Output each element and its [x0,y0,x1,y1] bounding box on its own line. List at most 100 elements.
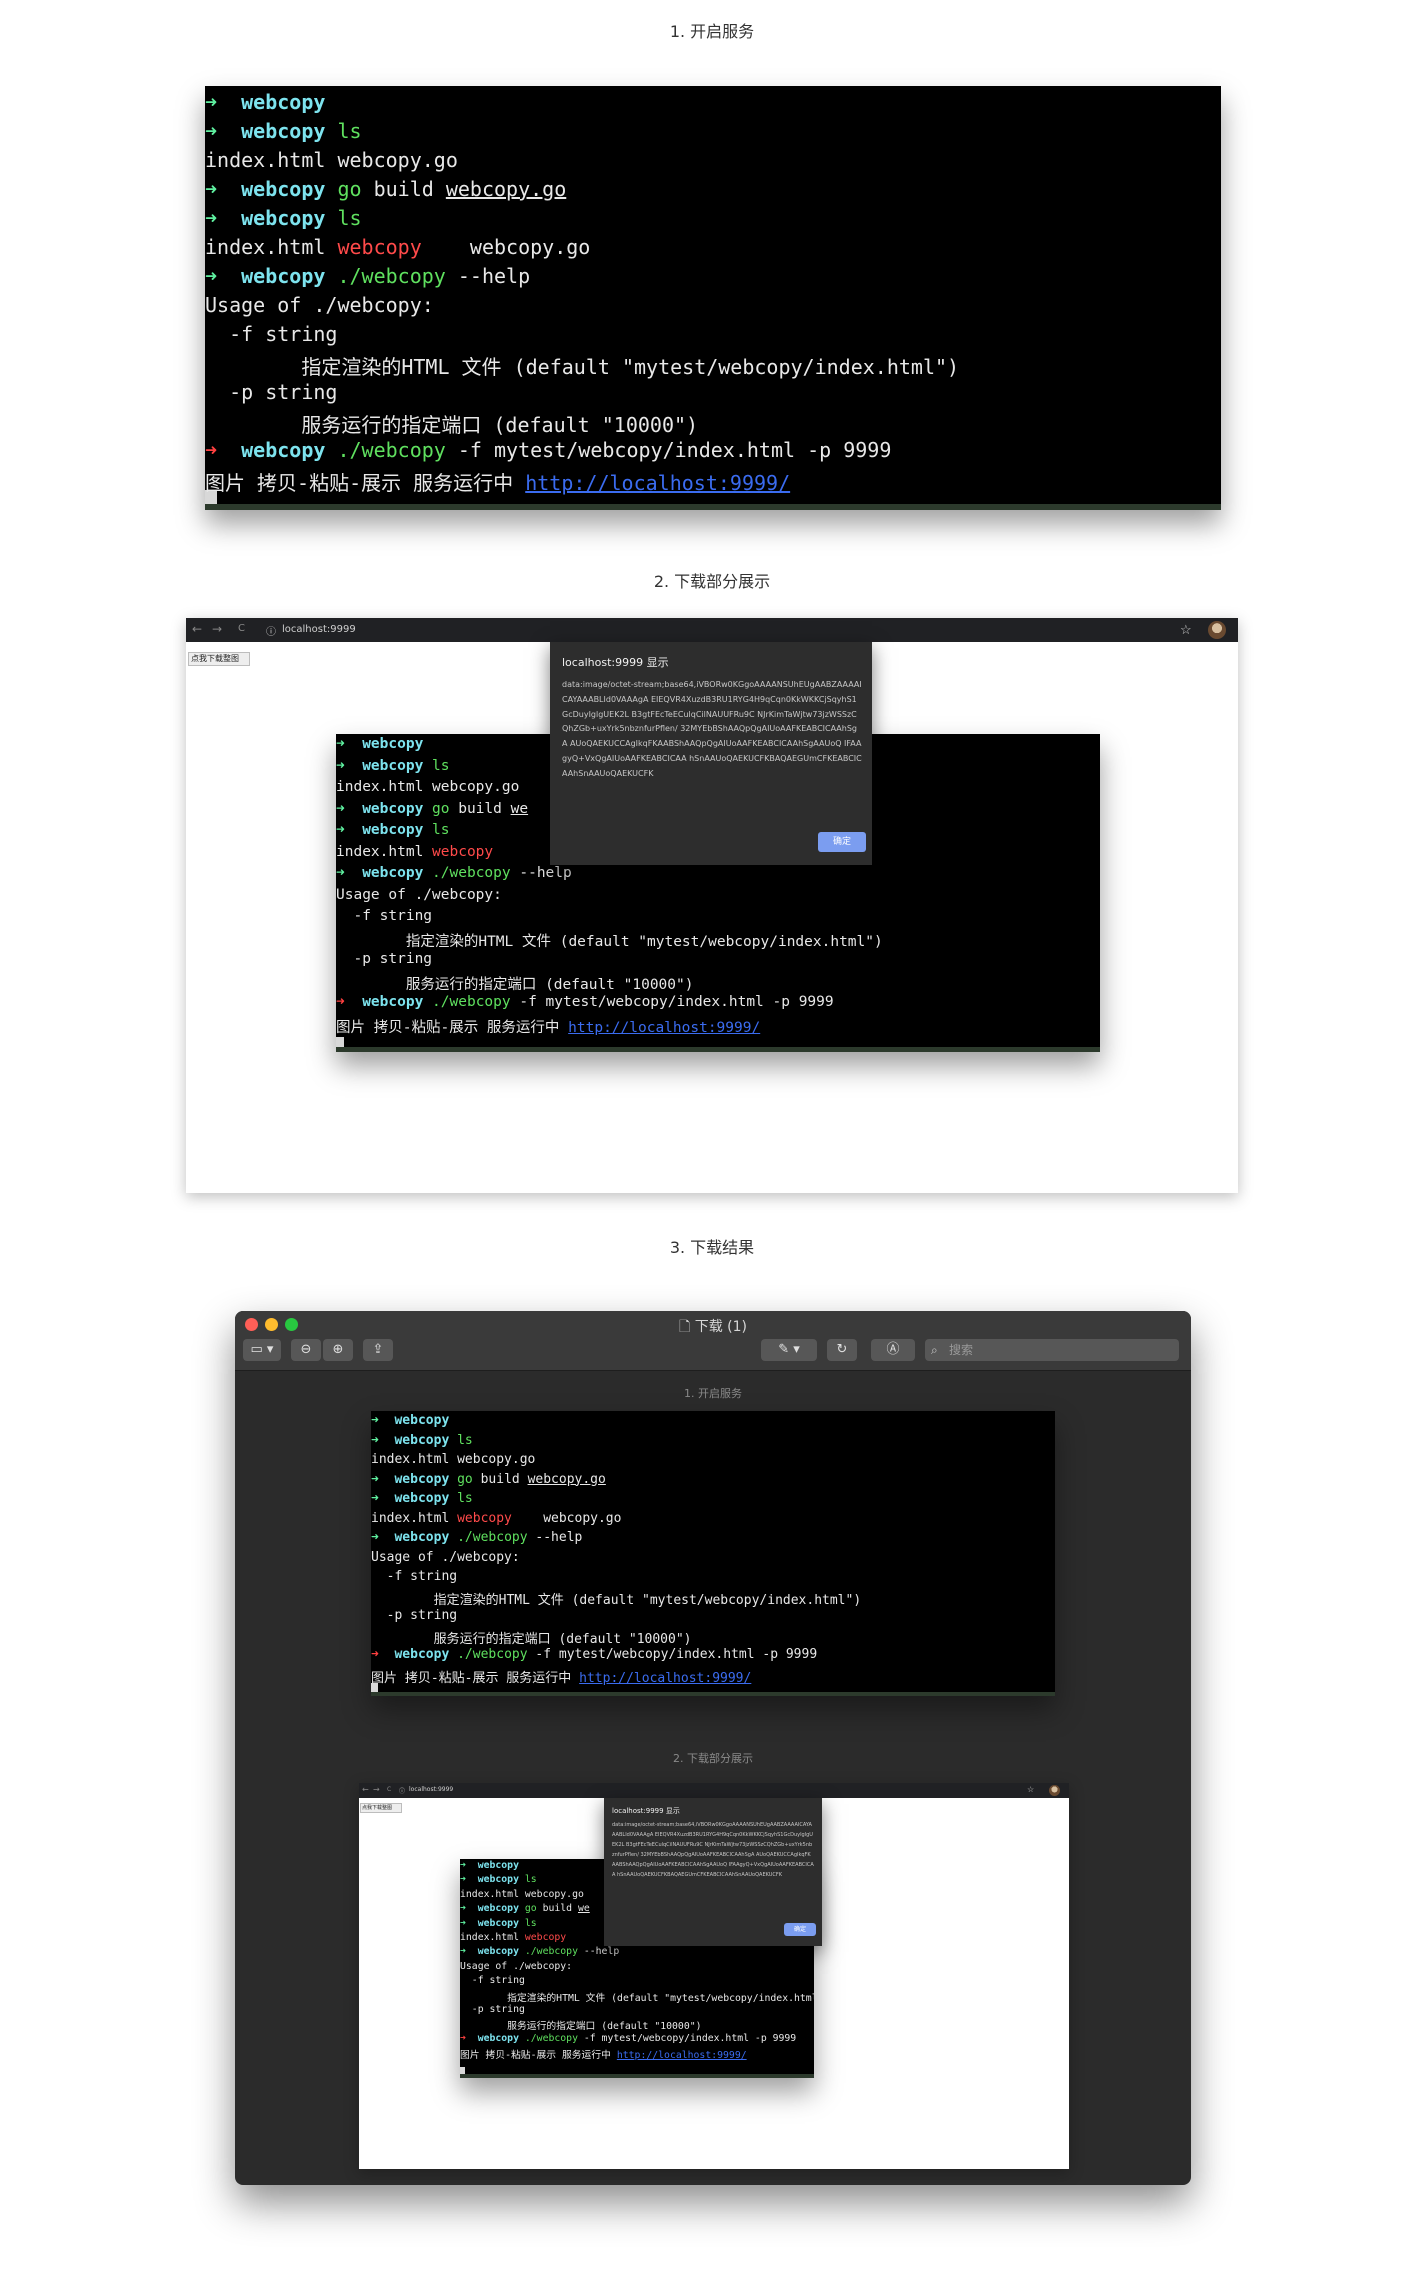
terminal-text: webcopy [229,206,326,230]
terminal-line: -p string [336,951,432,967]
dialog-message: data:image/octet-stream;base64,iVBORw0KG… [562,680,862,778]
terminal-line: 指定渲染的HTML 文件 (default "mytest/webcopy/in… [460,1990,814,2004]
terminal-line: ➜ webcopy go build we [336,801,528,817]
info-icon[interactable]: ⓘ [266,623,276,638]
avatar [1049,1785,1060,1796]
terminal-text: --help [527,1530,583,1545]
terminal-line: ➜ webcopy ./webcopy --help [371,1530,582,1545]
terminal-text: webcopy [229,90,326,114]
terminal-text: build [449,800,511,817]
terminal-text: -p string [371,1608,458,1623]
ok-button[interactable]: 确定 [818,832,866,852]
terminal-line: index.html webcopy [460,1932,566,1943]
dialog-title: localhost:9999 显示 [612,1807,680,1815]
terminal-text: -f string [460,1975,525,1987]
terminal-text: webcopy [353,736,424,752]
markup-button[interactable]: Ⓐ [871,1339,915,1361]
terminal-link[interactable]: http://localhost:9999/ [617,2050,747,2061]
terminal-text: webcopy [471,1917,519,1929]
zoom-in-button[interactable]: ⊕ [323,1339,353,1361]
terminal-text: webcopy [229,438,326,462]
avatar[interactable] [1208,621,1226,639]
terminal-text: ➜ [205,206,230,230]
terminal-status-bar [336,1047,1100,1052]
terminal-link[interactable]: http://localhost:9999/ [525,471,790,495]
terminal-text: ➜ [205,438,230,462]
terminal-text: 指定渲染的HTML 文件 (default "mytest/webcopy/in… [460,1992,814,2004]
terminal-text: webcopy [353,994,424,1010]
dialog-message: data:image/octet-stream;base64,iVBORw0KG… [612,1822,814,1878]
terminal-text: ➜ [336,865,354,881]
reload-icon: C [387,1786,392,1793]
rotate-button[interactable]: ↻ [827,1339,857,1361]
zoom-out-button[interactable]: ⊖ [291,1339,321,1361]
forward-icon[interactable]: → [212,622,222,636]
terminal-line: -f string [336,908,432,924]
search-field[interactable]: ⌕ 搜索 [925,1339,1179,1361]
terminal-text: ➜ [205,177,230,201]
forward-icon: → [373,1785,380,1794]
terminal-text: index.html [336,843,433,860]
terminal-link[interactable]: http://localhost:9999/ [568,1020,760,1036]
terminal-text: 图片 拷贝-粘贴-展示 服务运行中 [205,471,526,495]
terminal-text: webcopy [524,1932,567,1943]
address-bar[interactable]: localhost:9999 [282,624,356,635]
terminal-text: ./webcopy [423,994,511,1010]
terminal-text: webcopy [353,757,424,774]
terminal-line: ➜ webcopy ./webcopy --help [336,865,572,881]
share-button[interactable]: ⇪ [363,1339,393,1361]
terminal-line: ➜ webcopy ./webcopy -f mytest/webcopy/in… [371,1647,817,1662]
terminal-link[interactable]: http://localhost:9999/ [579,1671,751,1686]
rotate-icon: ↻ [836,1342,848,1357]
bookmark-star-icon[interactable]: ☆ [1180,622,1192,638]
terminal-line: 服务运行的指定端口 (default "10000") [336,973,694,994]
document-icon: 🗋 [679,1319,695,1335]
search-placeholder: 搜索 [949,1343,974,1357]
terminal-line: index.html webcopy.go [336,779,519,795]
download-image-button[interactable]: 点我下载整图 [188,652,250,666]
terminal-window: ➜ webcopy ➜ webcopy ls index.html webcopy.… [205,86,1221,510]
terminal-line: ➜ webcopy [205,90,325,114]
terminal-text: build [536,1903,578,1915]
sidebar-toggle-button[interactable]: ▭ ▾ [243,1339,281,1361]
terminal-text: index.html [205,235,338,259]
terminal-text: ➜ [371,1432,387,1448]
browser-toolbar: ← → C ⓘ localhost:9999 ☆ [186,618,1238,642]
terminal-text: webcopy [471,2032,519,2044]
markup-pen-button[interactable]: ✎ ▾ [761,1339,817,1361]
terminal-text: ➜ [205,264,230,288]
info-icon: ⓘ [399,1788,406,1795]
terminal-line: -p string [460,2004,525,2015]
terminal-text: webcopy.go [511,1510,622,1526]
back-icon[interactable]: ← [192,622,202,636]
terminal-line: ➜ webcopy go build webcopy.go [205,177,566,201]
terminal-line: 服务运行的指定端口 (default "10000") [460,2018,701,2032]
terminal-line: index.html webcopy.go [460,1889,584,1900]
terminal-line: ➜ webcopy ./webcopy --help [205,264,530,288]
terminal-line: ➜ webcopy ls [205,119,362,143]
preview-toolbar: 🗋 下载 (1) ▭ ▾ ⊖ ⊕ ⇪ ✎ ▾ ↻ Ⓐ ⌕ 搜索 [235,1311,1191,1371]
terminal-line: 指定渲染的HTML 文件 (default "mytest/webcopy/in… [336,930,883,951]
terminal-text: webcopy [386,1413,450,1428]
terminal-text: -p string [336,951,433,967]
terminal-text: ls [449,1491,473,1506]
browser-toolbar: ← → C ⓘ localhost:9999 ☆ [359,1783,1069,1798]
terminal-text: go [325,177,362,201]
terminal-line: ➜ webcopy ./webcopy -f mytest/webcopy/in… [460,2033,796,2044]
terminal-text: webcopy [386,1647,450,1662]
terminal-text: 指定渲染的HTML 文件 (default "mytest/webcopy/in… [205,355,960,379]
terminal-line: Usage of ./webcopy: [371,1550,520,1565]
terminal-text: ls [518,1917,537,1929]
terminal-line: ➜ webcopy [371,1413,449,1428]
terminal-line: ➜ webcopy ./webcopy -f mytest/webcopy/in… [205,438,891,462]
terminal-cursor [460,2067,465,2074]
terminal-text: ➜ [336,736,354,752]
terminal-text: ./webcopy [518,1946,578,1958]
terminal-line: index.html webcopy webcopy.go [371,1511,621,1526]
terminal-line: 服务运行的指定端口 (default "10000") [205,409,698,438]
terminal-line: index.html webcopy webcopy.go [205,235,590,259]
terminal-line: index.html webcopy.go [205,148,458,172]
terminal-text: ./webcopy [449,1647,528,1662]
reload-icon[interactable]: C [238,623,245,634]
terminal-text: Usage of ./webcopy: [460,1960,573,1972]
